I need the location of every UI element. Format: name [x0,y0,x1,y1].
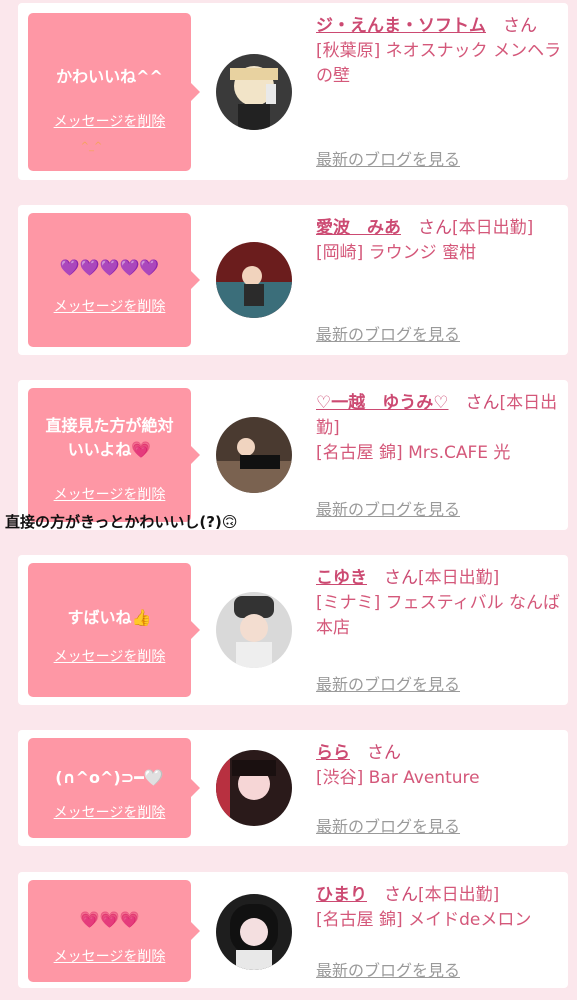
message-text-line2: いいよね💗 [67,440,152,459]
honorific: さん [384,885,418,905]
profile-name-link[interactable]: ♡一越 ゆうみ♡ [316,393,448,413]
latest-blog-link[interactable]: 最新のブログを見る [316,957,460,981]
shop-name: [名古屋 錦] Mrs.CAFE 光 [316,443,511,463]
message-text-line1: 直接見た方が絶対 [45,416,174,435]
profile-name-link[interactable]: ジ・えんま・ソフトム [316,16,486,36]
work-status: [本日出勤] [418,885,500,905]
message-bubble: (∩^o^)⊃━🤍 メッセージを削除 [28,738,200,838]
message-bubble: 直接見た方が絶対 いいよね💗 メッセージを削除 [28,388,200,522]
message-note: ^_^ [80,141,103,152]
latest-blog-link[interactable]: 最新のブログを見る [316,813,460,837]
honorific: さん [367,743,401,763]
latest-blog-link[interactable]: 最新のブログを見る [316,146,460,170]
avatar[interactable] [216,417,292,493]
work-status: [本日出勤] [418,568,500,588]
profile-info: らら さん [渋谷] Bar Aventure [316,741,562,791]
honorific: さん [418,218,452,238]
profile-name-link[interactable]: らら [316,743,350,763]
message-card: 直接見た方が絶対 いいよね💗 メッセージを削除 ♡一越 ゆうみ♡ さん[本日出勤… [18,380,568,530]
profile-name-link[interactable]: 愛波 みあ [316,218,401,238]
honorific: さん [503,16,537,36]
message-bubble: かわいいね^^ メッセージを削除 ^_^ [28,13,200,171]
delete-message-link[interactable]: メッセージを削除 [28,646,191,666]
avatar[interactable] [216,750,292,826]
message-card: (∩^o^)⊃━🤍 メッセージを削除 らら さん [渋谷] Bar Aventu… [18,730,568,846]
message-card: すばいね👍 メッセージを削除 こゆき さん[本日出勤] [ミナミ] フェスティバ… [18,555,568,705]
profile-name-link[interactable]: ひまり [316,885,367,905]
latest-blog-link[interactable]: 最新のブログを見る [316,496,460,520]
avatar[interactable] [216,592,292,668]
message-text: かわいいね^^ [56,67,163,86]
avatar[interactable] [216,894,292,970]
message-card: かわいいね^^ メッセージを削除 ^_^ ジ・えんま・ソフトム さん [秋葉原]… [18,3,568,180]
shop-name: [名古屋 錦] メイドdeメロン [316,910,532,930]
delete-message-link[interactable]: メッセージを削除 [28,111,191,131]
honorific: さん [465,393,500,413]
profile-info: ♡一越 ゆうみ♡ さん[本日出勤] [名古屋 錦] Mrs.CAFE 光 [316,391,562,466]
profile-info: ひまり さん[本日出勤] [名古屋 錦] メイドdeメロン [316,883,562,933]
profile-info: 愛波 みあ さん[本日出勤] [岡崎] ラウンジ 蜜柑 [316,216,562,266]
message-text: すばいね👍 [67,608,152,627]
avatar[interactable] [216,242,292,318]
shop-name: [岡崎] ラウンジ 蜜柑 [316,243,477,263]
message-card: 💗💗💗 メッセージを削除 ひまり さん[本日出勤] [名古屋 錦] メイドdeメ… [18,872,568,988]
shop-name: [渋谷] Bar Aventure [316,768,480,788]
delete-message-link[interactable]: メッセージを削除 [28,946,191,966]
profile-info: ジ・えんま・ソフトム さん [秋葉原] ネオスナック メンヘラの壁 [316,14,562,89]
honorific: さん [384,568,418,588]
avatar[interactable] [216,54,292,130]
profile-info: こゆき さん[本日出勤] [ミナミ] フェスティバル なんば本店 [316,566,562,641]
overlay-caption: 直接の方がきっとかわいいし(?)🙃 [5,513,238,531]
shop-name: [ミナミ] フェスティバル なんば本店 [316,593,561,638]
message-bubble: 💗💗💗 メッセージを削除 [28,880,200,982]
shop-name: [秋葉原] ネオスナック メンヘラの壁 [316,41,562,86]
work-status: [本日出勤] [452,218,534,238]
message-bubble: すばいね👍 メッセージを削除 [28,563,200,697]
latest-blog-link[interactable]: 最新のブログを見る [316,671,460,695]
message-text: (∩^o^)⊃━🤍 [55,768,164,787]
delete-message-link[interactable]: メッセージを削除 [28,484,191,504]
message-text: 💜💜💜💜💜 [59,258,160,277]
delete-message-link[interactable]: メッセージを削除 [28,802,191,822]
delete-message-link[interactable]: メッセージを削除 [28,296,191,316]
message-text: 💗💗💗 [79,910,140,929]
message-bubble: 💜💜💜💜💜 メッセージを削除 [28,213,200,347]
message-card: 💜💜💜💜💜 メッセージを削除 愛波 みあ さん[本日出勤] [岡崎] ラウンジ … [18,205,568,355]
profile-name-link[interactable]: こゆき [316,568,367,588]
latest-blog-link[interactable]: 最新のブログを見る [316,321,460,345]
